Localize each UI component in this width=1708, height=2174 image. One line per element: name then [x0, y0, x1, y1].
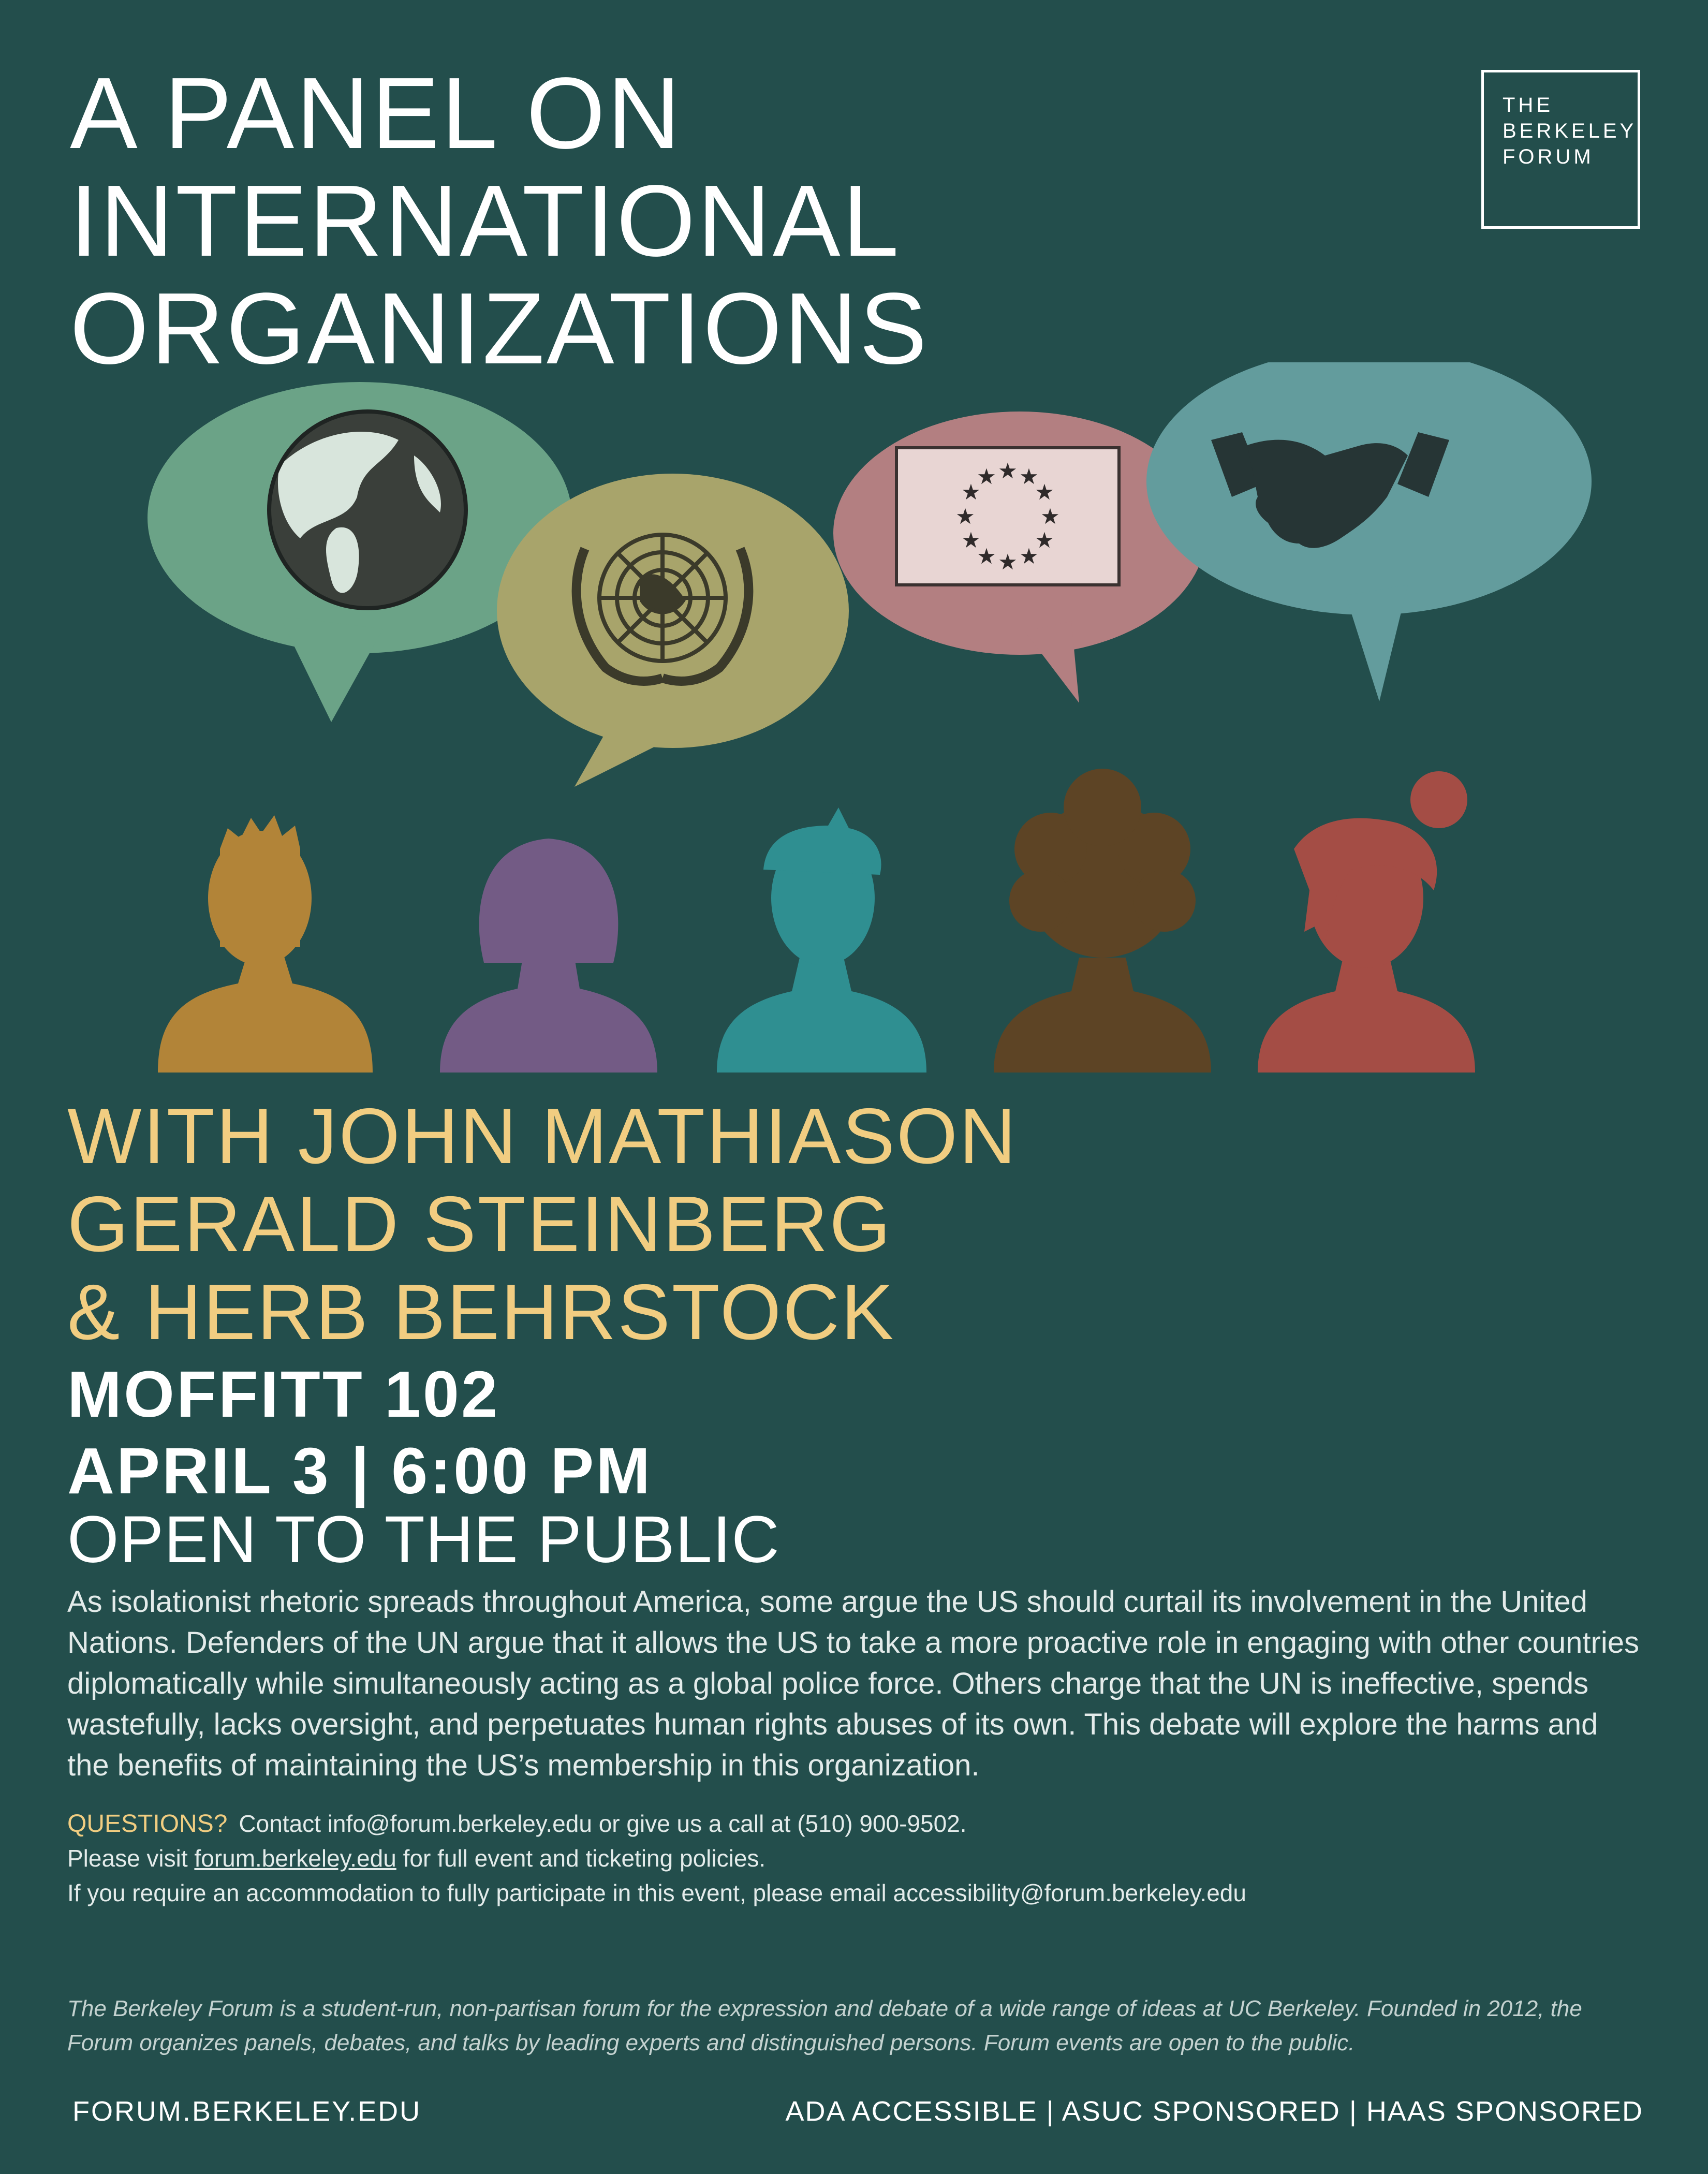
forum-website-link[interactable]: forum.berkeley.edu: [194, 1845, 396, 1872]
speakers-line-3: & HERB BEHRSTOCK: [67, 1268, 895, 1356]
poster-title: A PANEL ON INTERNATIONAL ORGANIZATIONS: [70, 60, 929, 383]
svg-text:★: ★: [1035, 479, 1054, 505]
accommodation-row: If you require an accommodation to fully…: [67, 1879, 1246, 1906]
person-bob-hair-icon: [440, 839, 657, 1073]
eu-flag-icon: ★ ★ ★ ★ ★ ★ ★ ★ ★ ★ ★ ★: [895, 446, 1121, 586]
logo-line-3: FORUM: [1503, 145, 1594, 168]
event-details: MOFFITT 102 APRIL 3 | 6:00 PM: [67, 1356, 652, 1509]
svg-text:★: ★: [1040, 504, 1060, 529]
svg-text:★: ★: [955, 504, 975, 529]
visit-row: Please visit forum.berkeley.edu for full…: [67, 1841, 1646, 1876]
visit-suffix: for full event and ticketing policies.: [403, 1845, 766, 1872]
svg-text:★: ★: [977, 464, 996, 489]
speakers-line-2: GERALD STEINBERG: [67, 1180, 892, 1268]
event-admission: OPEN TO THE PUBLIC: [67, 1503, 780, 1577]
svg-text:★: ★: [998, 549, 1018, 575]
speakers-list: WITH JOHN MATHIASON GERALD STEINBERG & H…: [67, 1092, 1018, 1356]
logo-line-2: BERKELEY: [1503, 120, 1637, 142]
speakers-line-1: WITH JOHN MATHIASON: [67, 1092, 1018, 1180]
footer-website: FORUM.BERKELEY.EDU: [72, 2096, 422, 2127]
questions-text: Contact info@forum.berkeley.edu or give …: [239, 1810, 967, 1837]
berkeley-forum-logo: THE BERKELEY FORUM: [1481, 70, 1640, 229]
person-spiky-hair-icon: [158, 815, 373, 1073]
svg-text:★: ★: [998, 458, 1018, 483]
title-line-2: INTERNATIONAL: [70, 164, 901, 277]
contact-info: QUESTIONS? Contact info@forum.berkeley.ed…: [67, 1806, 1646, 1911]
questions-label: QUESTIONS?: [67, 1810, 228, 1838]
questions-row: QUESTIONS? Contact info@forum.berkeley.ed…: [67, 1806, 1646, 1841]
globe-icon: [267, 409, 468, 610]
footer-badges: ADA ACCESSIBLE | ASUC SPONSORED | HAAS S…: [785, 2096, 1643, 2127]
event-location: MOFFITT 102: [67, 1358, 500, 1431]
person-quiff-hair-icon: [717, 807, 926, 1073]
svg-text:★: ★: [1019, 544, 1039, 569]
speech-bubble-un: [497, 474, 849, 787]
svg-text:★: ★: [961, 527, 981, 553]
about-forum: The Berkeley Forum is a student-run, non…: [67, 1996, 1582, 2055]
visit-prefix: Please visit: [67, 1845, 188, 1872]
title-line-1: A PANEL ON: [70, 56, 683, 170]
event-description: As isolationist rhetoric spreads through…: [67, 1585, 1639, 1782]
person-bun-hair-icon: [1258, 771, 1475, 1073]
speech-bubble-handshake: [1146, 362, 1592, 701]
panel-illustration: ★ ★ ★ ★ ★ ★ ★ ★ ★ ★ ★ ★: [148, 362, 1592, 1073]
event-datetime: APRIL 3 | 6:00 PM: [67, 1434, 653, 1507]
person-curly-hair-icon: [994, 769, 1211, 1073]
logo-line-1: THE: [1503, 94, 1553, 116]
